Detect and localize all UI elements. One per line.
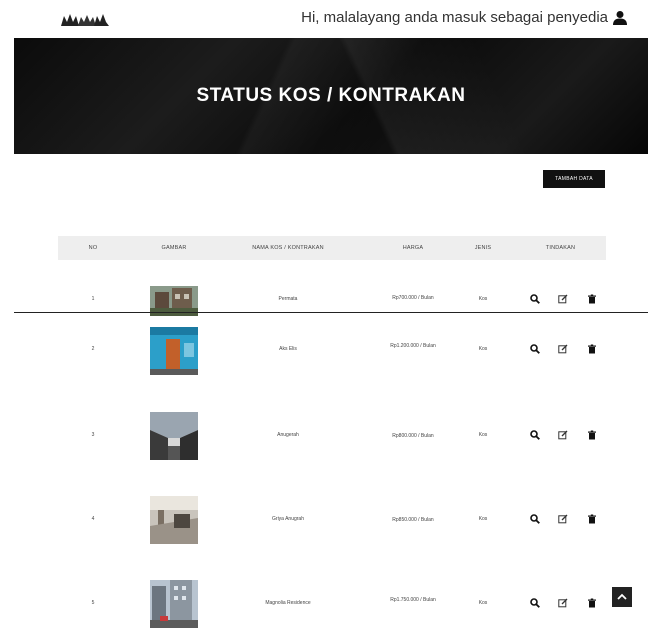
row-name: Permata bbox=[278, 296, 298, 302]
header-jenis: JENIS bbox=[474, 245, 492, 251]
edit-icon[interactable] bbox=[558, 514, 568, 524]
kos-image[interactable] bbox=[150, 412, 198, 460]
view-icon[interactable] bbox=[530, 514, 540, 524]
divider-line bbox=[14, 312, 648, 313]
top-bar: Hi, malalayang anda masuk sebagai penyed… bbox=[0, 0, 652, 38]
row-type: Kos bbox=[478, 600, 488, 606]
edit-icon[interactable] bbox=[558, 430, 568, 440]
table-header: NO GAMBAR NAMA KOS / KONTRAKAN HARGA JEN… bbox=[58, 236, 606, 260]
row-price: Rp700.000 / Bulan bbox=[392, 295, 434, 301]
header-nama: NAMA KOS / KONTRAKAN bbox=[252, 245, 324, 251]
row-no: 2 bbox=[91, 346, 95, 352]
add-data-button[interactable]: TAMBAH DATA bbox=[543, 170, 605, 188]
row-price: Rp1.750.000 / Bulan bbox=[390, 597, 436, 603]
row-price: Rp850.000 / Bulan bbox=[392, 517, 434, 523]
row-type: Kos bbox=[478, 296, 488, 302]
chevron-up-icon bbox=[617, 593, 627, 600]
row-name: Aks Elis bbox=[279, 346, 297, 352]
scroll-top-button[interactable] bbox=[612, 587, 632, 607]
logo-icon[interactable] bbox=[60, 10, 110, 28]
table-row: 2 Aks Elis Rp1.200.000 / Bulan Kos bbox=[58, 324, 606, 382]
row-price: Rp1.200.000 / Bulan bbox=[390, 343, 436, 349]
page-banner: STATUS KOS / KONTRAKAN bbox=[14, 38, 648, 154]
row-type: Kos bbox=[478, 432, 488, 438]
edit-icon[interactable] bbox=[558, 294, 568, 304]
row-name: Griya Anugrah bbox=[272, 516, 304, 522]
row-name: Magnolia Residence bbox=[265, 600, 311, 606]
view-icon[interactable] bbox=[530, 344, 540, 354]
kos-image[interactable] bbox=[150, 580, 198, 628]
row-type: Kos bbox=[478, 516, 488, 522]
table-row: 1 Permata Rp700.000 / Bulan Kos bbox=[58, 282, 606, 322]
edit-icon[interactable] bbox=[558, 598, 568, 608]
delete-icon[interactable] bbox=[587, 344, 597, 354]
page-title: STATUS KOS / KONTRAKAN bbox=[196, 85, 466, 106]
edit-icon[interactable] bbox=[558, 344, 568, 354]
header-tindakan: TINDAKAN bbox=[545, 245, 576, 251]
view-icon[interactable] bbox=[530, 294, 540, 304]
greeting-text: Hi, malalayang anda masuk sebagai penyed… bbox=[301, 9, 608, 26]
table-row: 4 Griya Anugrah Rp850.000 / Bulan Kos bbox=[58, 494, 606, 548]
delete-icon[interactable] bbox=[587, 430, 597, 440]
row-name: Anugerah bbox=[277, 432, 299, 438]
table-row: 5 Magnolia Residence Rp1.750.000 / Bulan… bbox=[58, 578, 606, 629]
header-harga: HARGA bbox=[402, 245, 424, 251]
row-price: Rp800.000 / Bulan bbox=[392, 433, 434, 439]
row-no: 1 bbox=[91, 296, 95, 302]
view-icon[interactable] bbox=[530, 430, 540, 440]
table-row: 3 Anugerah Rp800.000 / Bulan Kos bbox=[58, 410, 606, 464]
view-icon[interactable] bbox=[530, 598, 540, 608]
row-no: 3 bbox=[91, 432, 95, 438]
header-gambar: GAMBAR bbox=[161, 245, 187, 251]
delete-icon[interactable] bbox=[587, 294, 597, 304]
header-no: NO bbox=[88, 245, 98, 251]
user-icon[interactable] bbox=[612, 10, 628, 26]
kos-image[interactable] bbox=[150, 327, 198, 375]
row-type: Kos bbox=[478, 346, 488, 352]
row-no: 4 bbox=[91, 516, 95, 522]
kos-image[interactable] bbox=[150, 496, 198, 544]
delete-icon[interactable] bbox=[587, 598, 597, 608]
delete-icon[interactable] bbox=[587, 514, 597, 524]
row-no: 5 bbox=[91, 600, 95, 606]
